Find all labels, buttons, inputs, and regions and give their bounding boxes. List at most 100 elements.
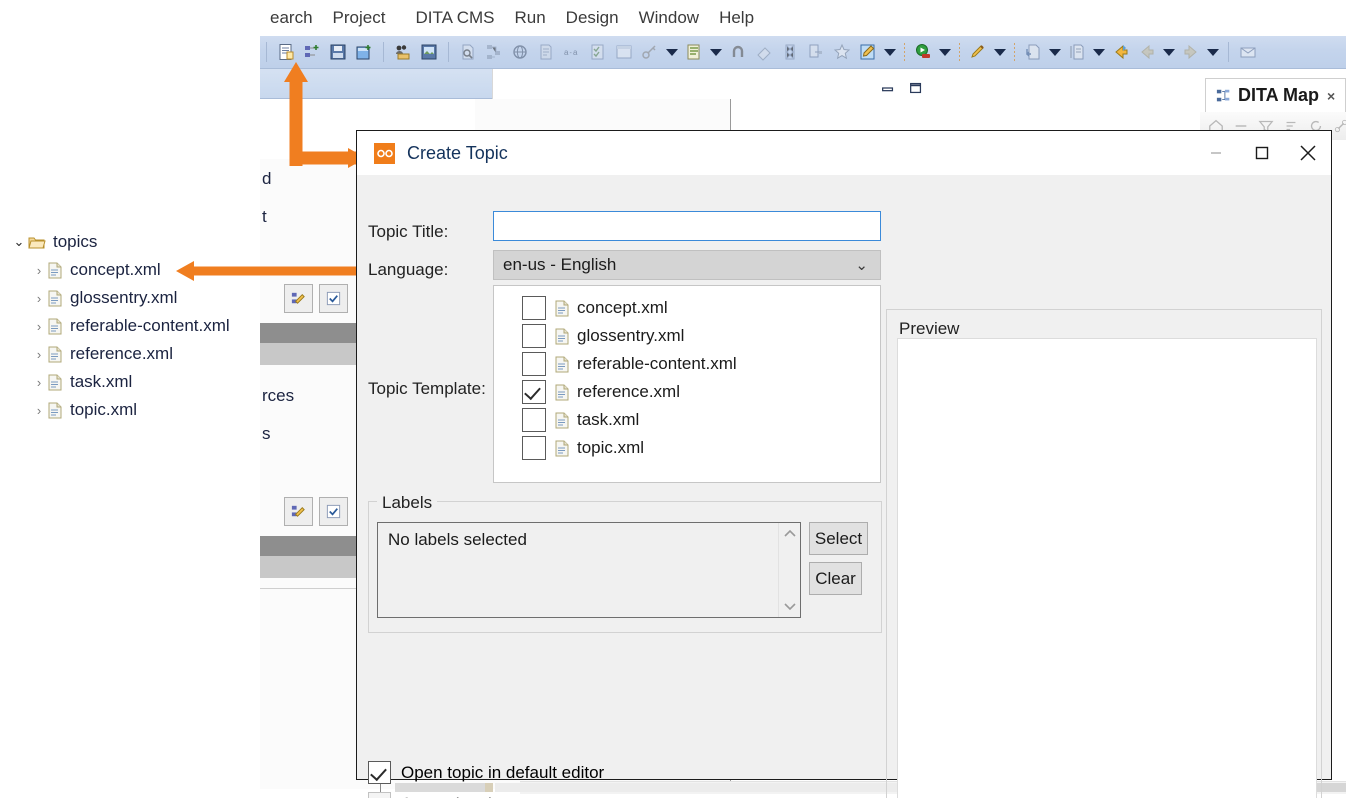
labels-scrollbar[interactable] (778, 523, 800, 617)
new-item-icon[interactable] (300, 40, 324, 64)
open-topic-checkbox[interactable] (368, 761, 391, 784)
tree-item-reference[interactable]: › reference.xml (0, 340, 260, 368)
edit-note-icon[interactable] (856, 40, 880, 64)
checklist-icon[interactable] (586, 40, 610, 64)
template-row-task[interactable]: task.xml (494, 406, 880, 434)
tree-item-topic[interactable]: › topic.xml (0, 396, 260, 424)
dialog-title-bar[interactable]: Create Topic (357, 131, 1331, 175)
menu-item-dita-cms[interactable]: DITA CMS (405, 8, 504, 28)
refactor-icon[interactable] (804, 40, 828, 64)
language-combobox[interactable]: en-us - English ⌄ (493, 250, 881, 280)
back-arrow-icon[interactable] (1109, 40, 1133, 64)
template-row-referable-content[interactable]: referable-content.xml (494, 350, 880, 378)
maximize-icon[interactable] (908, 80, 924, 96)
topic-title-input[interactable] (493, 211, 881, 241)
dropdown-caret[interactable] (938, 41, 952, 63)
close-icon[interactable] (1285, 131, 1331, 175)
template-checkbox[interactable] (522, 296, 546, 320)
chevron-right-icon[interactable]: › (30, 291, 48, 306)
dropdown-caret[interactable] (1162, 41, 1176, 63)
magnet-icon[interactable] (726, 40, 750, 64)
tree-item-referable-content[interactable]: › referable-content.xml (0, 312, 260, 340)
chevron-down-icon[interactable]: ⌄ (10, 234, 28, 250)
template-checkbox[interactable] (522, 352, 546, 376)
menu-item-run[interactable]: Run (504, 8, 555, 28)
dropdown-caret[interactable] (1048, 41, 1062, 63)
check-icon[interactable] (319, 497, 348, 526)
labels-list[interactable]: No labels selected (377, 522, 801, 618)
ab-icon[interactable]: a-a (560, 40, 584, 64)
menu-item-project[interactable]: Project (323, 8, 396, 28)
mail-icon[interactable] (1236, 40, 1260, 64)
menu-item-help[interactable]: Help (709, 8, 764, 28)
tree-item-task[interactable]: › task.xml (0, 368, 260, 396)
page-icon[interactable] (534, 40, 558, 64)
template-checkbox[interactable] (522, 324, 546, 348)
import-icon[interactable] (1021, 40, 1045, 64)
dropdown-caret[interactable] (709, 41, 723, 63)
toolbar-separator (1014, 43, 1015, 61)
pencil-icon[interactable] (966, 40, 990, 64)
eraser-icon[interactable] (752, 40, 776, 64)
template-checkbox[interactable] (522, 380, 546, 404)
chevron-right-icon[interactable]: › (30, 403, 48, 418)
next-icon[interactable] (1179, 40, 1203, 64)
window-icon[interactable] (612, 40, 636, 64)
template-checkbox[interactable] (522, 436, 546, 460)
chevron-down-icon[interactable] (783, 602, 797, 611)
image-icon[interactable] (417, 40, 441, 64)
edit-properties-icon[interactable] (284, 284, 313, 313)
save-icon[interactable] (326, 40, 350, 64)
new-window-icon[interactable] (352, 40, 376, 64)
check-icon[interactable] (319, 284, 348, 313)
template-checkbox[interactable] (522, 408, 546, 432)
chevron-right-icon[interactable]: › (30, 375, 48, 390)
topic-template-list[interactable]: concept.xml glossentry.xml referable-con… (493, 285, 881, 483)
template-row-reference[interactable]: reference.xml (494, 378, 880, 406)
outline-icon[interactable] (682, 40, 706, 64)
template-label: glossentry.xml (577, 326, 685, 345)
menu-item-search[interactable]: earch (260, 8, 323, 28)
close-icon[interactable]: × (1327, 88, 1335, 104)
tree-root-topics[interactable]: ⌄ topics (0, 228, 260, 256)
minimize-icon[interactable] (880, 80, 896, 96)
search-doc-icon[interactable] (456, 40, 480, 64)
dropdown-caret[interactable] (883, 41, 897, 63)
menu-item-design[interactable]: Design (556, 8, 629, 28)
chevron-right-icon[interactable]: › (30, 263, 48, 278)
tree-item-glossentry[interactable]: › glossentry.xml (0, 284, 260, 312)
clear-labels-button[interactable]: Clear (809, 562, 862, 595)
favorite-icon[interactable] (830, 40, 854, 64)
chevron-right-icon[interactable]: › (30, 319, 48, 334)
dropdown-caret[interactable] (993, 41, 1007, 63)
hierarchy-icon[interactable] (482, 40, 506, 64)
edit-properties-icon[interactable] (284, 497, 313, 526)
tree-item-concept[interactable]: › concept.xml (0, 256, 260, 284)
dropdown-caret[interactable] (665, 41, 679, 63)
key-icon[interactable] (638, 40, 662, 64)
open-topic-option[interactable]: Open topic in default editor (368, 761, 604, 784)
maximize-icon[interactable] (1239, 131, 1285, 175)
run-icon[interactable] (911, 40, 935, 64)
template-label: referable-content.xml (577, 354, 737, 373)
chevron-up-icon[interactable] (783, 529, 797, 538)
template-row-glossentry[interactable]: glossentry.xml (494, 322, 880, 350)
tab-dita-map[interactable]: DITA Map × (1205, 78, 1346, 112)
export-icon[interactable] (1065, 40, 1089, 64)
dropdown-caret[interactable] (1092, 41, 1106, 63)
menu-item-window[interactable]: Window (629, 8, 709, 28)
template-row-topic[interactable]: topic.xml (494, 434, 880, 462)
new-file-icon[interactable] (274, 40, 298, 64)
prev-icon[interactable] (1135, 40, 1159, 64)
dita-map-icon (1216, 89, 1230, 101)
hourglass-icon[interactable] (778, 40, 802, 64)
users-icon[interactable] (391, 40, 415, 64)
template-row-concept[interactable]: concept.xml (494, 294, 880, 322)
editor-text-fragment: s (262, 424, 271, 443)
link-icon[interactable] (1333, 118, 1346, 134)
dropdown-caret[interactable] (1206, 41, 1220, 63)
globe-icon[interactable] (508, 40, 532, 64)
select-labels-button[interactable]: Select (809, 522, 868, 555)
chevron-right-icon[interactable]: › (30, 347, 48, 362)
minimize-icon[interactable] (1193, 131, 1239, 175)
